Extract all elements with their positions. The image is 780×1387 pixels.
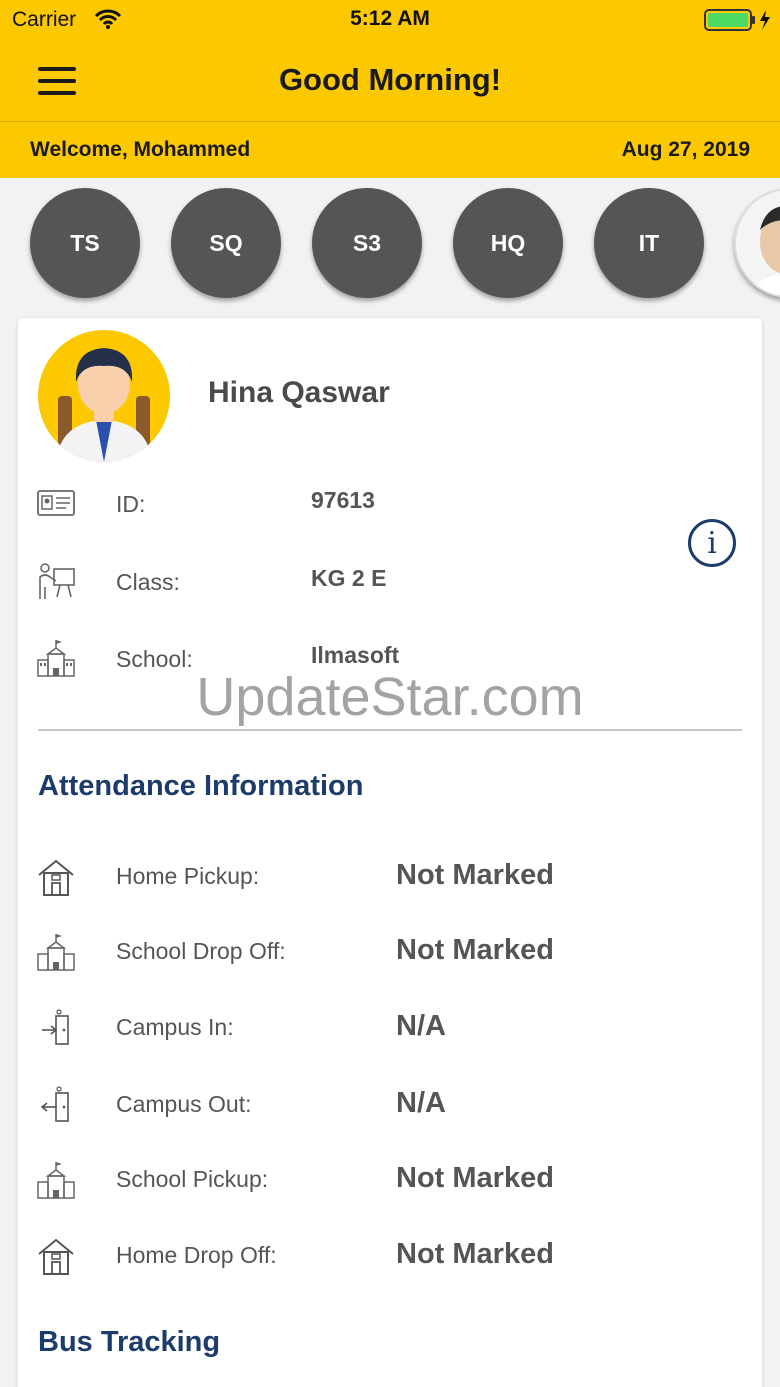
divider xyxy=(38,729,742,731)
attendance-row-campus-in: Campus In: N/A xyxy=(18,1006,762,1050)
attendance-value: N/A xyxy=(396,1087,446,1119)
class-label: Class: xyxy=(116,569,180,595)
student-info-card: Hina Qaswar i ID: 97613 Class: KG 2 E Sc… xyxy=(18,318,762,1387)
school-building-icon xyxy=(36,1160,76,1200)
id-value: 97613 xyxy=(311,487,375,513)
attendance-row-home-drop-off: Home Drop Off: Not Marked xyxy=(18,1234,762,1278)
student-avatar-sq[interactable]: SQ xyxy=(171,188,281,298)
attendance-row-campus-out: Campus Out: N/A xyxy=(18,1083,762,1127)
attendance-value: Not Marked xyxy=(396,1238,554,1270)
student-class-row: Class: KG 2 E xyxy=(18,561,762,601)
door-enter-icon xyxy=(36,1008,76,1048)
attendance-label: Home Drop Off: xyxy=(116,1242,277,1268)
status-time: 5:12 AM xyxy=(350,7,430,30)
attendance-label: Home Pickup: xyxy=(116,863,260,889)
bus-tracking-section-title: Bus Tracking xyxy=(38,1326,221,1358)
attendance-value: Not Marked xyxy=(396,1162,554,1194)
student-id-row: ID: 97613 xyxy=(18,483,762,523)
battery-icon xyxy=(704,8,774,37)
attendance-value: N/A xyxy=(396,1010,446,1042)
student-avatar-hq[interactable]: HQ xyxy=(453,188,563,298)
teacher-board-icon xyxy=(36,561,76,601)
attendance-row-school-pickup: School Pickup: Not Marked xyxy=(18,1158,762,1202)
student-avatar-ts[interactable]: TS xyxy=(30,188,140,298)
info-icon[interactable]: i xyxy=(688,519,736,567)
status-bar: Carrier 5:12 AM xyxy=(0,0,780,40)
navigation-bar: Good Morning! xyxy=(0,40,780,122)
student-avatar-row: TS SQ S3 HQ IT xyxy=(0,178,780,308)
watermark: UpdateStar.com xyxy=(196,667,584,727)
attendance-value: Not Marked xyxy=(396,859,554,891)
house-icon xyxy=(36,857,76,897)
attendance-row-home-pickup: Home Pickup: Not Marked xyxy=(18,855,762,899)
attendance-label: School Drop Off: xyxy=(116,938,286,964)
student-name: Hina Qaswar xyxy=(208,376,390,409)
student-avatar-it[interactable]: IT xyxy=(594,188,704,298)
attendance-label: School Pickup: xyxy=(116,1166,269,1192)
house-icon xyxy=(36,1236,76,1276)
attendance-label: Campus In: xyxy=(116,1014,234,1040)
id-card-icon xyxy=(36,483,76,523)
welcome-text: Welcome, Mohammed xyxy=(30,138,251,161)
current-date: Aug 27, 2019 xyxy=(621,138,750,161)
student-avatar-photo[interactable] xyxy=(734,188,780,298)
attendance-value: Not Marked xyxy=(396,934,554,966)
class-value: KG 2 E xyxy=(311,565,387,591)
attendance-section-title: Attendance Information xyxy=(38,770,364,802)
page-title: Good Morning! xyxy=(278,62,502,97)
welcome-bar: Welcome, Mohammed Aug 27, 2019 xyxy=(0,122,780,178)
student-profile-avatar xyxy=(38,330,170,462)
id-label: ID: xyxy=(116,491,146,517)
door-exit-icon xyxy=(36,1085,76,1125)
attendance-label: Campus Out: xyxy=(116,1091,252,1117)
student-avatar-s3[interactable]: S3 xyxy=(312,188,422,298)
school-building-icon xyxy=(36,932,76,972)
school-value: Ilmasoft xyxy=(311,642,400,668)
attendance-row-school-drop-off: School Drop Off: Not Marked xyxy=(18,930,762,974)
